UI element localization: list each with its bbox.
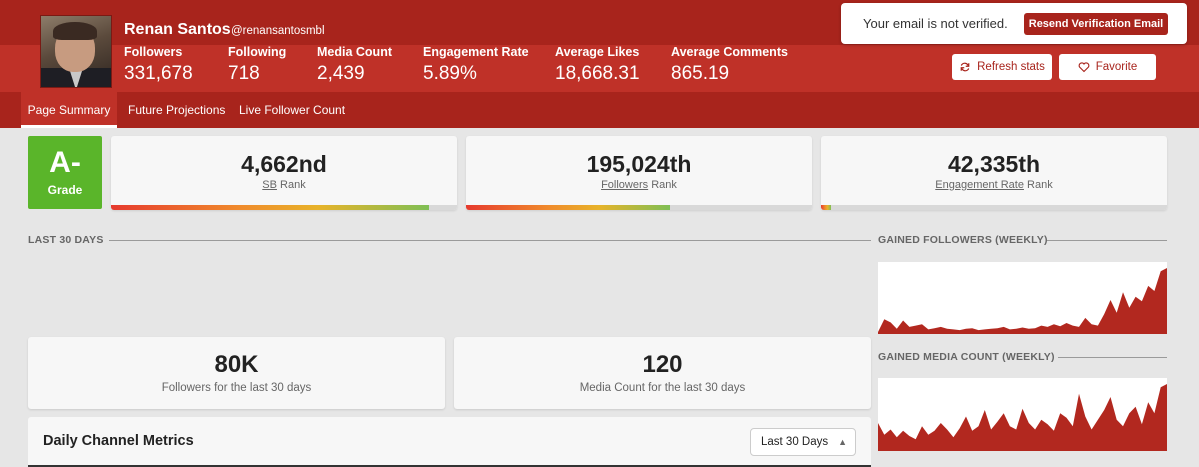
refresh-icon bbox=[960, 62, 970, 72]
rank-value: 195,024th bbox=[586, 151, 692, 177]
stat-following: Following 718 bbox=[228, 45, 286, 87]
media-area bbox=[878, 384, 1167, 451]
stat-value: 331,678 bbox=[124, 63, 193, 84]
stat-label: Average Likes bbox=[555, 45, 640, 59]
rank-progress-fill bbox=[111, 205, 430, 210]
gained-followers-chart bbox=[878, 262, 1167, 334]
grade-badge: A- Grade bbox=[28, 136, 102, 209]
rank-value: 4,662nd bbox=[241, 151, 327, 177]
stat-average-likes: Average Likes 18,668.31 bbox=[555, 45, 640, 87]
stat-label: Engagement Rate bbox=[423, 45, 529, 59]
stat-followers: Followers 331,678 bbox=[124, 45, 193, 87]
stat-value: 5.89% bbox=[423, 63, 477, 84]
daily-channel-metrics-panel: Daily Channel Metrics Last 30 Days ▲▼ bbox=[28, 417, 871, 467]
gained-followers-chart-svg bbox=[878, 268, 1167, 334]
followers-rank-link[interactable]: Followers bbox=[601, 179, 648, 191]
profile-handle: @renansantosmbl bbox=[231, 25, 325, 37]
rank-progress-bar bbox=[111, 205, 457, 210]
rank-suffix: Rank bbox=[280, 179, 306, 191]
stat-engagement-rate: Engagement Rate 5.89% bbox=[423, 45, 529, 87]
rank-suffix: Rank bbox=[1027, 179, 1053, 191]
resend-verification-button[interactable]: Resend Verification Email bbox=[1024, 13, 1168, 35]
stat-value: 18,668.31 bbox=[555, 63, 640, 84]
chevron-updown-icon: ▲▼ bbox=[838, 437, 847, 467]
favorite-label: Favorite bbox=[1095, 61, 1138, 73]
media-30-days-card: 120 Media Count for the last 30 days bbox=[454, 337, 871, 409]
email-verification-banner: Your email is not verified. Resend Verif… bbox=[841, 3, 1187, 44]
stat-label: Following bbox=[228, 45, 287, 59]
grade-label: Grade bbox=[47, 183, 83, 197]
daily-channel-metrics-title: Daily Channel Metrics bbox=[43, 433, 194, 449]
grade-value: A- bbox=[49, 146, 81, 179]
stat-label: Followers bbox=[124, 45, 183, 59]
sb-rank-link[interactable]: SB bbox=[262, 179, 277, 191]
engagement-rank-card: 42,335th Engagement Rate Rank bbox=[821, 136, 1167, 210]
section-divider bbox=[1058, 357, 1167, 358]
followers-30-days-card: 80K Followers for the last 30 days bbox=[28, 337, 445, 409]
stat-media-count: Media Count 2,439 bbox=[317, 45, 392, 87]
stat-value: 2,439 bbox=[317, 63, 365, 84]
tab-future-projections[interactable]: Future Projections bbox=[128, 92, 225, 128]
refresh-stats-label: Refresh stats bbox=[977, 61, 1045, 73]
email-warning-text: Your email is not verified. bbox=[863, 16, 1008, 31]
heart-icon bbox=[1078, 62, 1090, 73]
stat-label: Average Comments bbox=[671, 45, 788, 59]
media-30-days-label: Media Count for the last 30 days bbox=[579, 382, 746, 394]
gained-media-chart-svg bbox=[878, 384, 1167, 451]
avatar bbox=[40, 15, 112, 88]
profile-name: Renan Santos bbox=[124, 21, 231, 38]
favorite-button[interactable]: Favorite bbox=[1059, 54, 1156, 80]
rank-value: 42,335th bbox=[947, 151, 1041, 177]
last-30-days-heading: LAST 30 DAYS bbox=[28, 234, 104, 246]
gained-followers-heading: GAINED FOLLOWERS (WEEKLY) bbox=[878, 234, 1048, 246]
rank-progress-bar bbox=[821, 205, 1167, 210]
date-range-value: Last 30 Days bbox=[761, 436, 829, 448]
followers-30-days-label: Followers for the last 30 days bbox=[161, 382, 312, 394]
gained-media-heading: GAINED MEDIA COUNT (WEEKLY) bbox=[878, 351, 1055, 363]
rank-suffix: Rank bbox=[651, 179, 677, 191]
engagement-rate-rank-link[interactable]: Engagement Rate bbox=[935, 179, 1024, 191]
tab-live-follower-count[interactable]: Live Follower Count bbox=[239, 92, 345, 128]
stat-value: 865.19 bbox=[671, 63, 730, 84]
tab-page-summary[interactable]: Page Summary bbox=[21, 92, 117, 128]
followers-rank-card: 195,024th Followers Rank bbox=[466, 136, 812, 210]
date-range-select[interactable]: Last 30 Days ▲▼ bbox=[750, 428, 856, 467]
rank-progress-fill bbox=[466, 205, 671, 210]
media-30-days-value: 120 bbox=[642, 351, 683, 378]
stat-label: Media Count bbox=[317, 45, 392, 59]
gained-media-chart bbox=[878, 378, 1167, 451]
rank-progress-bar bbox=[466, 205, 812, 210]
stat-average-comments: Average Comments 865.19 bbox=[671, 45, 788, 87]
sb-rank-card: 4,662nd SB Rank bbox=[111, 136, 457, 210]
refresh-stats-button[interactable]: Refresh stats bbox=[952, 54, 1052, 80]
section-divider bbox=[1047, 240, 1167, 241]
rank-progress-fill bbox=[821, 205, 832, 210]
followers-30-days-value: 80K bbox=[214, 351, 259, 378]
stat-value: 718 bbox=[228, 63, 260, 84]
section-divider bbox=[109, 240, 871, 241]
followers-area bbox=[878, 268, 1167, 334]
